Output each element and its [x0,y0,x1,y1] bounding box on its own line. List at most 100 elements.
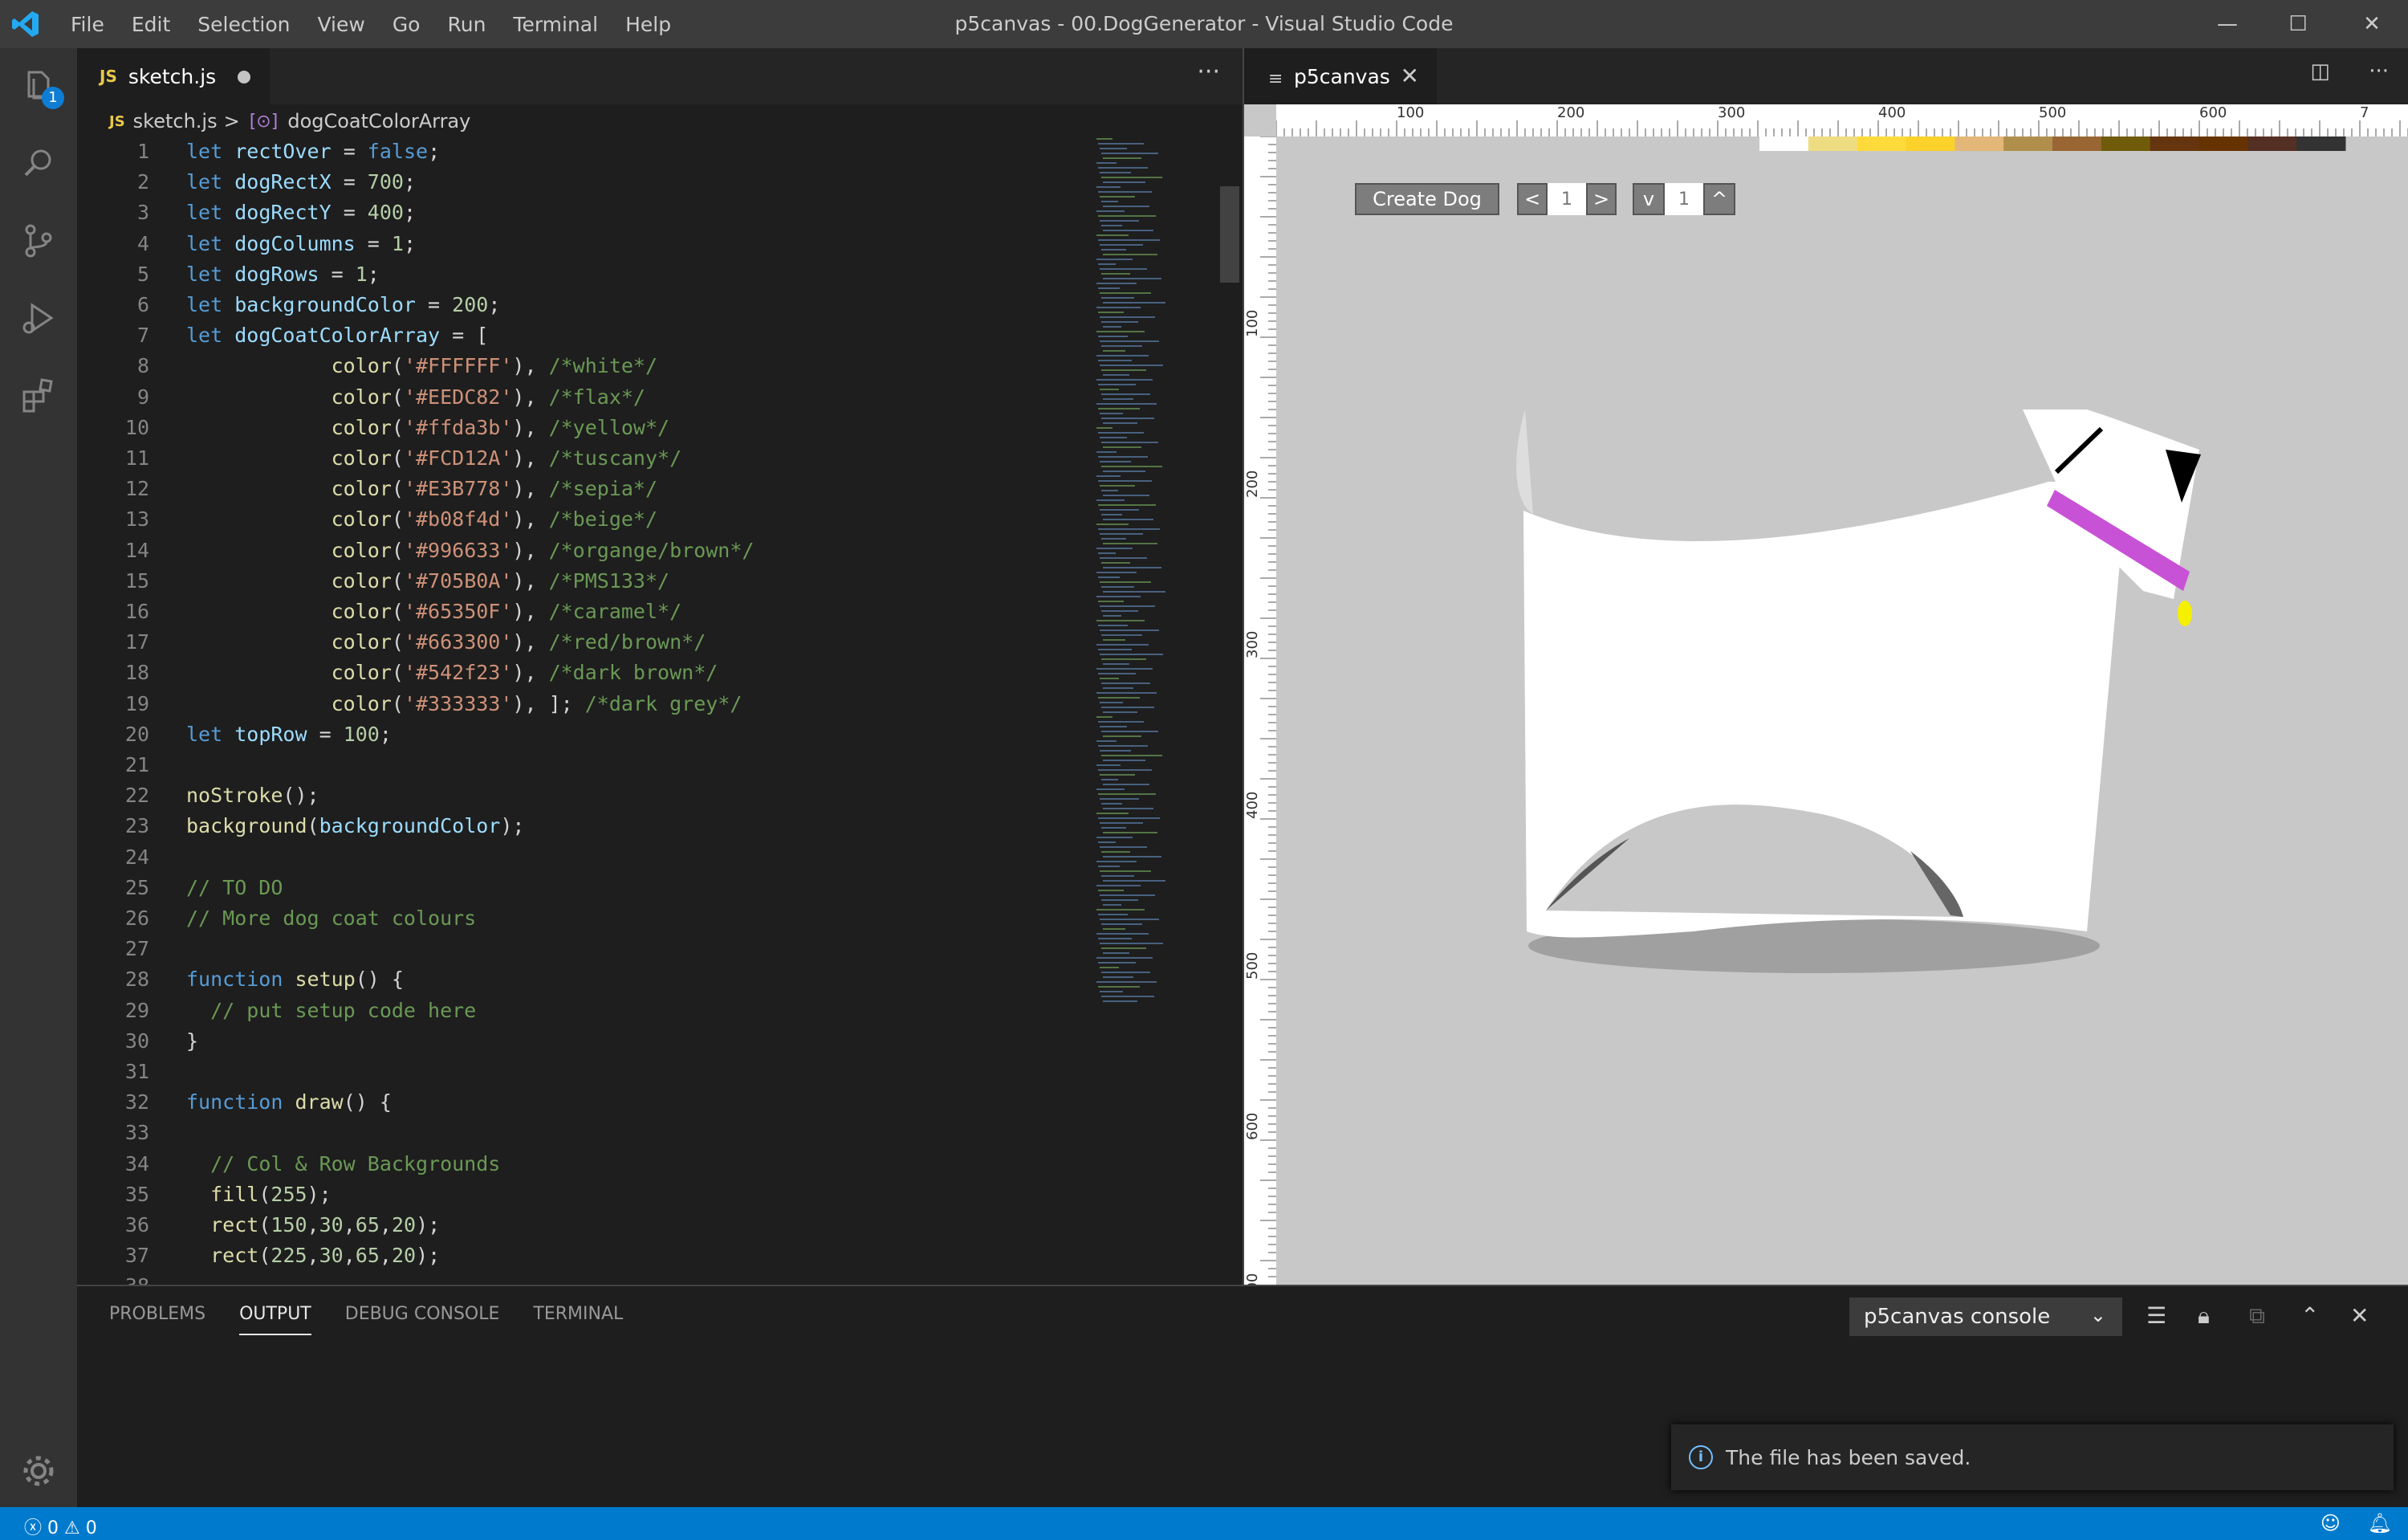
minimap-line [1100,678,1119,679]
minimap-line [1101,442,1158,443]
minimap[interactable] [1093,138,1206,1037]
close-window-button[interactable]: ✕ [2336,0,2408,48]
minimap-line [1103,832,1157,833]
search-button[interactable] [0,125,77,202]
code-line[interactable]: color('#705B0A'), /*PMS133*/ [186,569,669,593]
menu-edit[interactable]: Edit [132,13,170,36]
explorer-button[interactable]: 1 [0,48,77,125]
code-line[interactable]: color('#ffda3b'), /*yellow*/ [186,416,669,439]
menu-terminal[interactable]: Terminal [513,13,598,36]
code-line[interactable]: color('#65350F'), /*caramel*/ [186,600,682,623]
code-line[interactable]: // Col & Row Backgrounds [186,1152,500,1175]
tab-debug-console[interactable]: DEBUG CONSOLE [345,1304,500,1335]
menu-view[interactable]: View [317,13,364,36]
code-line[interactable]: color('#E3B778'), /*sepia*/ [186,477,657,500]
code-line[interactable]: color('#FFFFFF'), /*white*/ [186,354,657,377]
menu-go[interactable]: Go [393,13,421,36]
breadcrumb-symbol[interactable]: dogCoatColorArray [287,110,470,132]
code-line[interactable]: let dogRectX = 700; [186,170,416,194]
minimap-line [1098,480,1152,482]
minimap-line [1096,885,1141,886]
menu-bar: File Edit Selection View Go Run Terminal… [71,0,698,48]
rows-up-button[interactable]: ^ [1703,183,1735,215]
code-line[interactable]: // put setup code here [186,999,476,1022]
minimize-button[interactable]: — [2191,0,2264,48]
minimap-line [1100,870,1151,872]
menu-help[interactable]: Help [625,13,671,36]
lock-scroll-icon[interactable]: 🔒︎ [2198,1302,2210,1330]
tab-sketch-js[interactable]: JS sketch.js [77,48,270,104]
code-line[interactable]: color('#FCD12A'), /*tuscany*/ [186,446,682,470]
menu-run[interactable]: Run [447,13,486,36]
code-line[interactable]: function draw() { [186,1090,392,1114]
code-line[interactable]: // TO DO [186,876,283,899]
editor-more-actions-button[interactable]: ··· [1197,58,1220,86]
minimap-line [1100,172,1131,173]
notification-toast[interactable]: i The file has been saved. [1671,1424,2394,1490]
run-debug-button[interactable] [0,279,77,356]
columns-prev-button[interactable]: < [1517,183,1548,215]
line-number: 2 [136,170,149,194]
minimap-line [1103,591,1165,593]
p5canvas-preview: ≡ p5canvas ✕ ◫ ··· 100 200 300 400 500 600 7 1… [1243,48,2408,1285]
code-line[interactable]: rect(225,30,65,20); [186,1244,440,1267]
clear-output-icon[interactable]: ☰ [2146,1302,2166,1329]
extensions-button[interactable] [0,356,77,434]
scrollbar-thumb[interactable] [1220,186,1239,283]
code-line[interactable]: let rectOver = false; [186,140,440,163]
code-line[interactable]: } [186,1029,198,1053]
notifications-bell-icon[interactable]: 🔔︎ [2368,1512,2392,1534]
feedback-icon[interactable]: ☺ [2321,1512,2341,1534]
close-panel-icon[interactable]: ✕ [2350,1302,2369,1329]
minimap-line [1101,393,1150,395]
maximize-panel-icon[interactable]: ⌃ [2300,1302,2319,1329]
minimap-line [1096,572,1137,573]
code-line[interactable]: rect(150,30,65,20); [186,1213,440,1236]
code-area[interactable]: 1 let rectOver = false; 2 let dogRectX = 70… [77,138,1112,1285]
tab-problems[interactable]: PROBLEMS [109,1304,205,1335]
code-line[interactable]: noStroke(); [186,784,319,807]
minimap-line [1096,355,1149,356]
code-line[interactable]: let backgroundColor = 200; [186,293,500,316]
code-line[interactable]: let dogRectY = 400; [186,201,416,224]
code-line[interactable]: let dogColumns = 1; [186,232,416,255]
code-line[interactable]: color('#996633'), /*organge/brown*/ [186,539,755,562]
line-number: 24 [124,845,149,869]
code-line[interactable]: let topRow = 100; [186,723,392,746]
line-number: 15 [124,568,149,593]
dog-canvas[interactable] [1244,48,2408,1285]
tab-output[interactable]: OUTPUT [239,1304,311,1335]
output-channel-select[interactable]: p5canvas console ⌄ [1849,1298,2122,1336]
settings-button[interactable] [0,1432,77,1509]
source-control-button[interactable] [0,202,77,279]
rows-down-button[interactable]: v [1633,183,1665,215]
menu-selection[interactable]: Selection [197,13,290,36]
code-line[interactable]: color('#b08f4d'), /*beige*/ [186,507,657,531]
code-line[interactable]: background(backgroundColor); [186,814,524,837]
minimap-line [1100,605,1155,607]
columns-next-button[interactable]: > [1586,183,1617,215]
problems-status[interactable]: ⓧ 0 ⚠ 0 [24,1514,97,1539]
minimap-line [1103,519,1153,520]
minimap-line [1100,774,1135,776]
code-line[interactable]: color('#542f23'), /*dark brown*/ [186,661,718,684]
chevron-down-icon: ⌄ [2089,1304,2106,1326]
code-line[interactable]: fill(255); [186,1183,332,1206]
breadcrumb-file[interactable]: sketch.js [133,110,218,132]
code-line[interactable]: // More dog coat colours [186,906,476,930]
code-line[interactable]: color('#663300'), /*red/brown*/ [186,630,706,654]
code-line[interactable]: color('#333333'), ]; /*dark grey*/ [186,692,742,715]
code-line[interactable]: function setup() { [186,968,404,991]
unsaved-dot-icon[interactable] [238,71,250,84]
line-number: 19 [124,691,149,715]
menu-file[interactable]: File [71,13,104,36]
code-line[interactable]: color('#EEDC82'), /*flax*/ [186,385,645,409]
code-line[interactable]: let dogCoatColorArray = [ [186,324,488,347]
open-log-icon[interactable]: ⧉ [2249,1302,2265,1330]
code-line[interactable]: let dogRows = 1; [186,263,380,286]
maximize-button[interactable]: ☐ [2262,0,2334,48]
line-number: 22 [124,784,149,808]
create-dog-button[interactable]: Create Dog [1355,183,1499,215]
tab-terminal[interactable]: TERMINAL [533,1304,623,1335]
editor-scrollbar[interactable] [1220,138,1239,1285]
